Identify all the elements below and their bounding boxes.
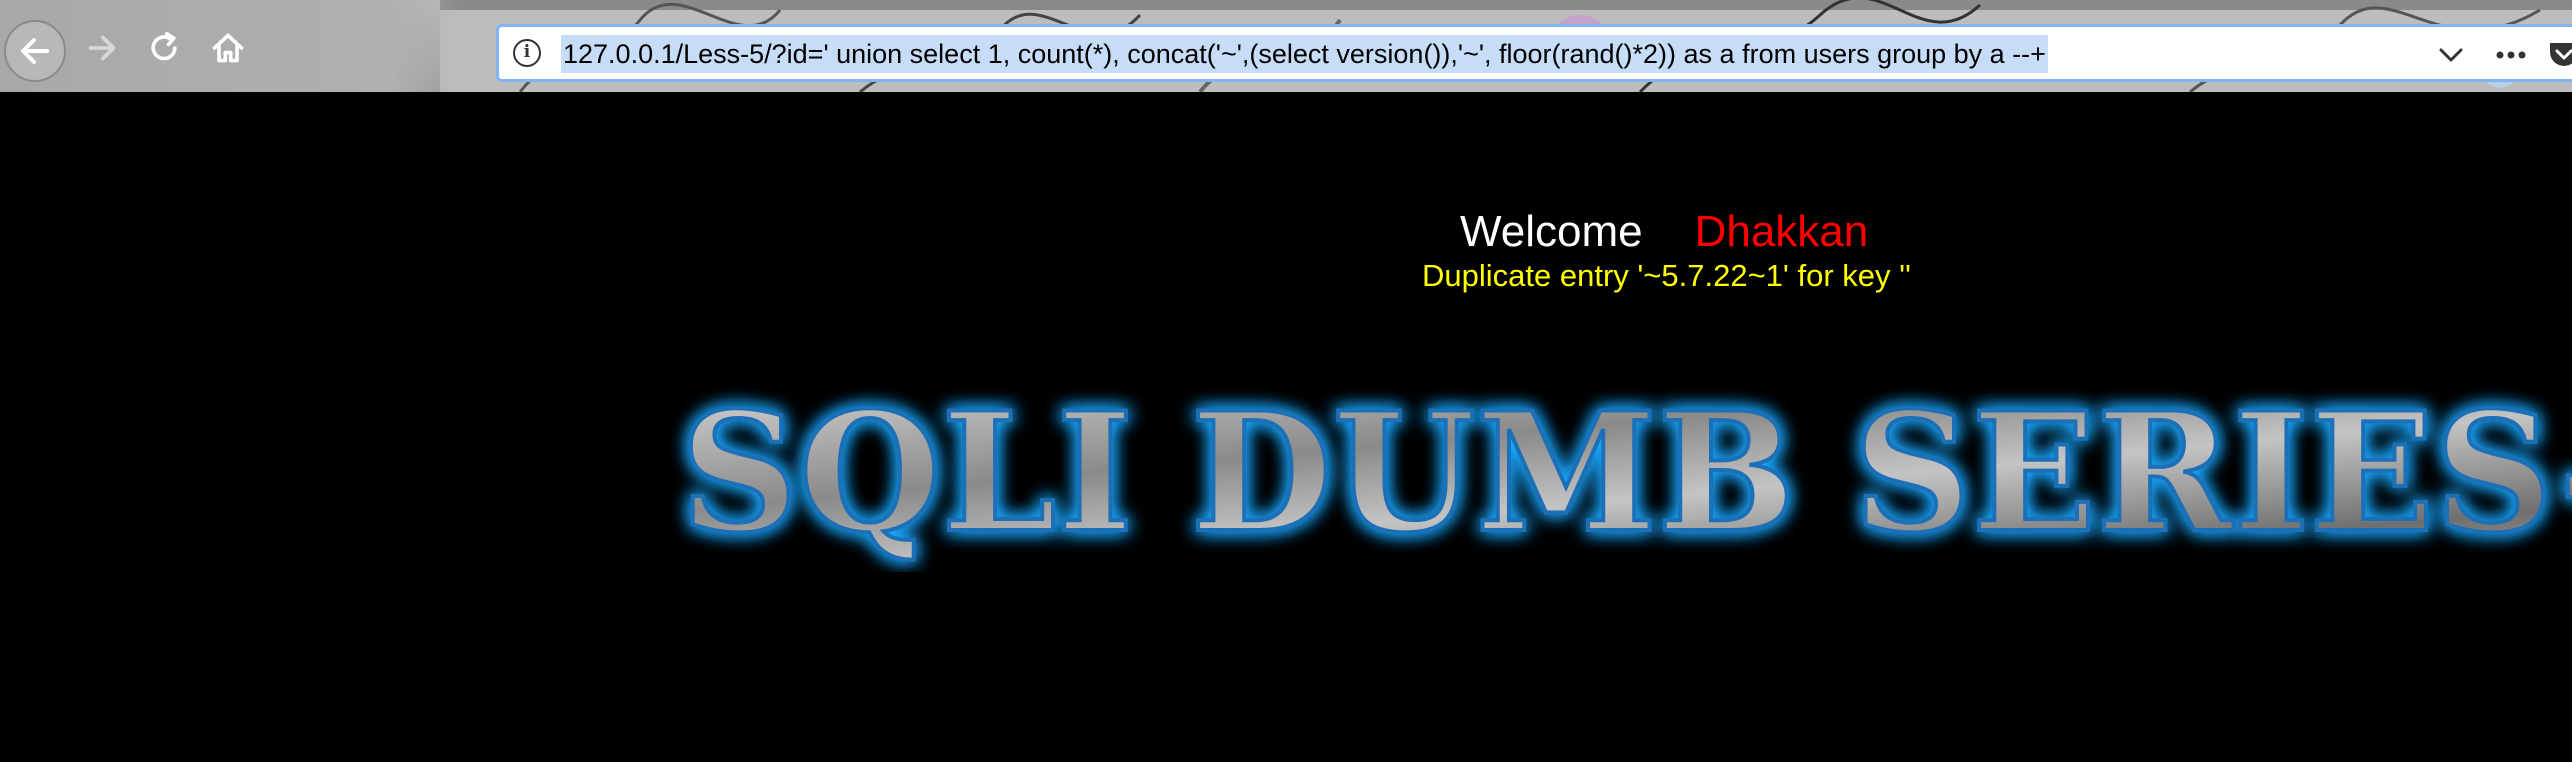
sql-error-message: Duplicate entry '~5.7.22~1' for key '' (1422, 258, 1911, 293)
reload-button[interactable] (134, 18, 194, 78)
reload-icon (151, 31, 177, 61)
home-button[interactable] (198, 18, 258, 78)
back-arrow-icon (21, 38, 49, 64)
address-bar[interactable]: i 127.0.0.1/Less-5/?id=' union select 1,… (496, 24, 2572, 82)
chevron-down-icon[interactable] (2437, 41, 2465, 69)
welcome-text: Welcome (1460, 207, 1643, 256)
username-text: Dhakkan (1694, 207, 1869, 256)
forward-button[interactable] (72, 18, 132, 78)
info-icon[interactable]: i (513, 39, 541, 67)
more-icon[interactable] (2494, 41, 2528, 69)
banner-title: SQLI DUMB SERIES-5 (678, 374, 2572, 571)
forward-arrow-icon (88, 35, 116, 61)
banner-title-text: SQLI DUMB SERIES-5 (680, 376, 2572, 569)
welcome-line: Welcome Dhakkan (1460, 204, 1868, 260)
pocket-icon[interactable] (2547, 37, 2572, 71)
home-icon (212, 33, 244, 63)
browser-toolbar: i 127.0.0.1/Less-5/?id=' union select 1,… (0, 0, 2572, 92)
url-input[interactable]: 127.0.0.1/Less-5/?id=' union select 1, c… (561, 35, 2048, 73)
back-button[interactable] (4, 20, 66, 82)
